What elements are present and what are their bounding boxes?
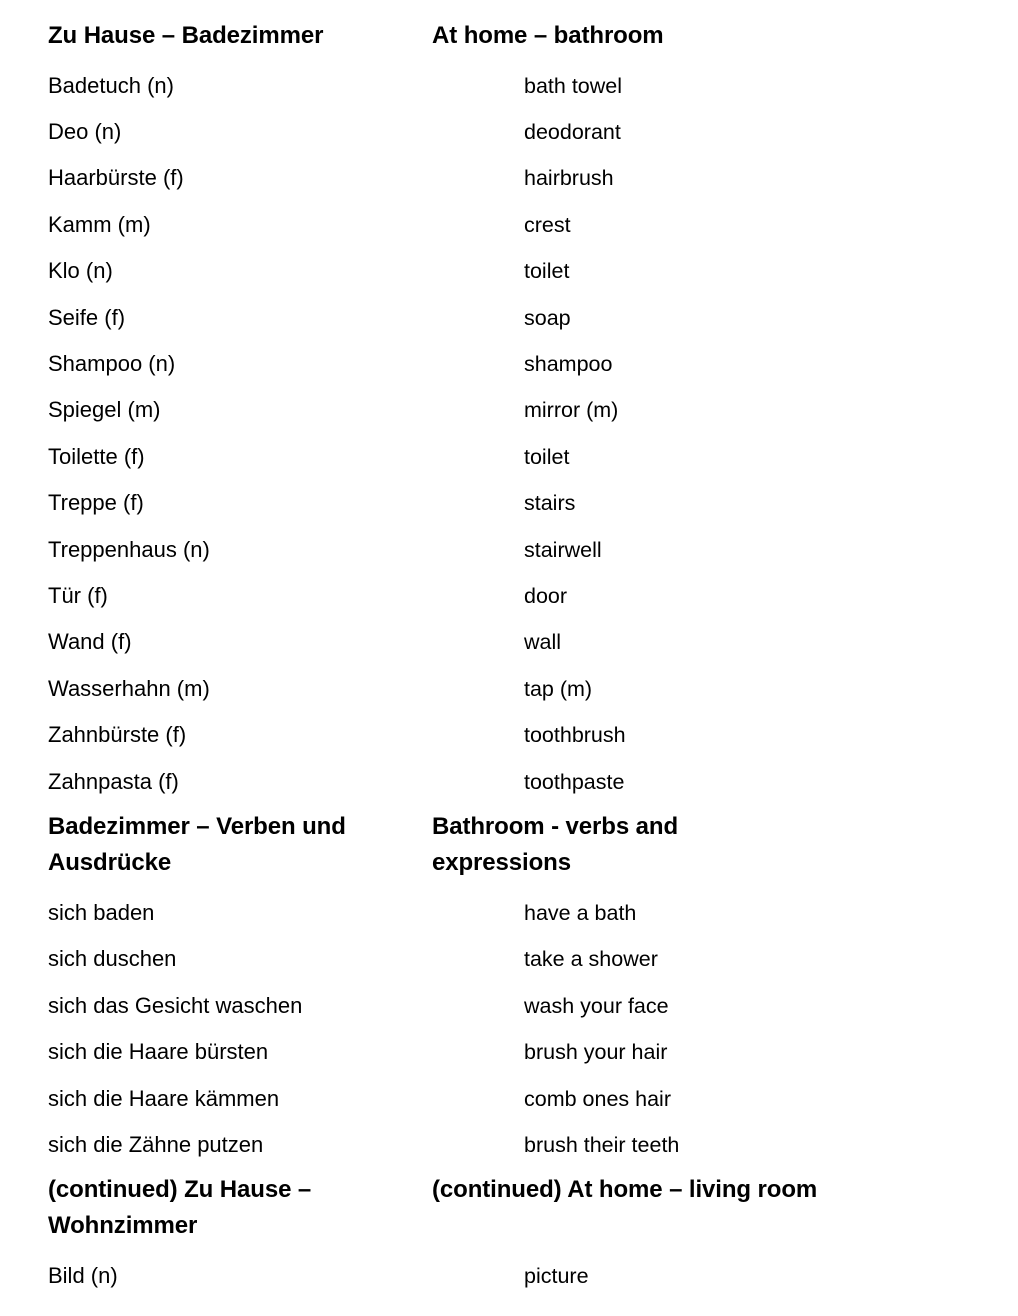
glossary-term-en: door — [524, 583, 568, 608]
glossary-term-en: bath towel — [524, 73, 623, 98]
glossary-entry-row: Wasserhahn (m) tap (m) — [0, 666, 1018, 712]
section-heading-row: Badezimmer – Verben und Ausdrücke Bathroo… — [0, 809, 1018, 880]
glossary-term-en: have a bath — [524, 901, 637, 925]
glossary-entry-row: Zahnbürste (f) toothbrush — [0, 712, 1018, 758]
section-heading-de: Badezimmer – Verben und Ausdrücke — [48, 813, 346, 876]
glossary-term-en: wall — [524, 630, 562, 655]
glossary-entry-row: Kamm (m) crest — [0, 202, 1018, 248]
glossary-term-de: Bild (n) — [48, 1263, 118, 1289]
glossary-term-en: toilet — [524, 259, 570, 284]
glossary-entry-row: sich die Haare kämmen comb ones hair — [0, 1076, 1018, 1122]
glossary-term-de: Treppe (f) — [48, 490, 144, 516]
glossary-term-de: Spiegel (m) — [48, 397, 161, 423]
glossary-term-de: sich die Haare kämmen — [48, 1085, 280, 1111]
glossary-term-en: crest — [524, 212, 571, 237]
glossary-entry-row: Deo (n) deodorant — [0, 109, 1018, 155]
glossary-term-de: Kamm (m) — [48, 211, 151, 237]
glossary-term-de: Zahnpasta (f) — [48, 768, 179, 794]
glossary-entry-row: sich duschen take a shower — [0, 936, 1018, 982]
glossary-entry-row: Toilette (f) toilet — [0, 434, 1018, 480]
glossary-term-en: toothbrush — [524, 723, 626, 748]
glossary-term-en: soap — [524, 305, 571, 330]
glossary-term-en: stairwell — [524, 537, 602, 562]
glossary-term-de: sich duschen — [48, 946, 177, 972]
glossary-term-de: Deo (n) — [48, 118, 122, 144]
glossary-term-de: Badetuch (n) — [48, 72, 174, 98]
section-heading-row: (continued) Zu Hause – Wohnzimmer (contin… — [0, 1172, 1018, 1243]
glossary-entry-row: Tür (f) door — [0, 573, 1018, 619]
glossary-term-de: sich baden — [48, 900, 155, 925]
glossary-term-en: stairs — [524, 491, 576, 516]
glossary-term-en: picture — [524, 1264, 589, 1289]
glossary-term-de: sich die Haare bürsten — [48, 1039, 269, 1065]
glossary-term-de: Klo (n) — [48, 258, 113, 284]
glossary-entry-row: Treppenhaus (n) stairwell — [0, 527, 1018, 573]
glossary-term-de: Seife (f) — [48, 304, 126, 330]
section-heading-en: (continued) At home – living room — [432, 1176, 818, 1204]
glossary-term-en: hairbrush — [524, 166, 614, 191]
glossary-entry-row: Klo (n) toilet — [0, 248, 1018, 294]
glossary-term-de: Wasserhahn (m) — [48, 675, 210, 701]
glossary-term-en: toothpaste — [524, 769, 625, 794]
glossary-term-en: deodorant — [524, 119, 621, 144]
glossary-entry-row: Badetuch (n) bath towel — [0, 63, 1018, 109]
glossary-term-de: sich das Gesicht waschen — [48, 992, 303, 1018]
glossary-entry-row: Bild (n) picture — [0, 1253, 1018, 1299]
glossary-entry-row: Treppe (f) stairs — [0, 480, 1018, 526]
glossary-term-de: Shampoo (n) — [48, 350, 176, 376]
glossary-term-de: sich die Zähne putzen — [48, 1132, 264, 1158]
glossary-term-en: comb ones hair — [524, 1086, 671, 1111]
glossary-entry-row: Spiegel (m) mirror (m) — [0, 387, 1018, 433]
glossary-term-de: Treppenhaus (n) — [48, 536, 210, 562]
section-heading-en: Bathroom - verbs and expressions — [432, 813, 679, 876]
glossary-term-en: mirror (m) — [524, 398, 619, 423]
glossary-page: Zu Hause – Badezimmer At home – bathroom B… — [0, 0, 1018, 1316]
glossary-term-en: brush your hair — [524, 1040, 668, 1065]
glossary-entry-row: Wand (f) wall — [0, 619, 1018, 665]
glossary-term-en: toilet — [524, 444, 570, 469]
glossary-list: Zu Hause – Badezimmer At home – bathroom B… — [0, 0, 1018, 1300]
glossary-entry-row: sich das Gesicht waschen wash your face — [0, 983, 1018, 1029]
glossary-term-en: take a shower — [524, 947, 658, 972]
glossary-term-de: Tür (f) — [48, 582, 108, 608]
glossary-term-en: tap (m) — [524, 676, 593, 701]
glossary-entry-row: Seife (f) soap — [0, 295, 1018, 341]
glossary-term-de: Haarbürste (f) — [48, 165, 184, 191]
glossary-term-en: shampoo — [524, 351, 613, 376]
section-heading-row: Zu Hause – Badezimmer At home – bathroom — [0, 18, 1018, 54]
glossary-entry-row: Zahnpasta (f) toothpaste — [0, 759, 1018, 805]
glossary-entry-row: sich die Haare bürsten brush your hair — [0, 1029, 1018, 1075]
section-heading-de: (continued) Zu Hause – Wohnzimmer — [48, 1176, 312, 1239]
section-heading-en: At home – bathroom — [432, 22, 664, 49]
glossary-entry-row: sich die Zähne putzen brush their teeth — [0, 1122, 1018, 1168]
glossary-term-de: Wand (f) — [48, 629, 132, 655]
section-heading-de: Zu Hause – Badezimmer — [48, 22, 324, 49]
glossary-term-de: Toilette (f) — [48, 443, 145, 469]
glossary-term-en: brush their teeth — [524, 1133, 680, 1158]
glossary-term-en: wash your face — [524, 993, 669, 1018]
glossary-entry-row: sich baden have a bath — [0, 890, 1018, 936]
glossary-term-de: Zahnbürste (f) — [48, 722, 187, 748]
glossary-entry-row: Haarbürste (f) hairbrush — [0, 155, 1018, 201]
glossary-entry-row: Shampoo (n) shampoo — [0, 341, 1018, 387]
